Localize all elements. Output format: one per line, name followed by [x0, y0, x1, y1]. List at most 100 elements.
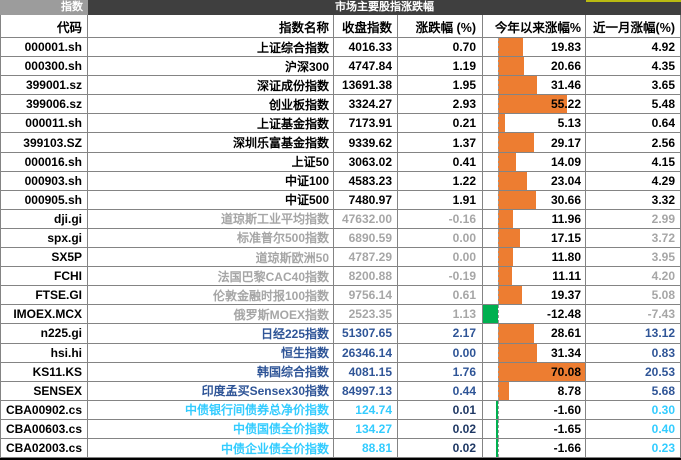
name-cell[interactable]: 日经225指数: [88, 324, 334, 342]
month-change-cell[interactable]: 3.65: [586, 76, 681, 94]
change-cell[interactable]: 0.41: [398, 153, 483, 171]
ytd-cell[interactable]: 14.09: [483, 153, 586, 171]
name-cell[interactable]: 法国巴黎CAC40指数: [88, 267, 334, 285]
close-cell[interactable]: 4787.29: [334, 248, 398, 266]
name-cell[interactable]: 中证100: [88, 172, 334, 190]
change-cell[interactable]: 0.00: [398, 229, 483, 247]
close-cell[interactable]: 7173.91: [334, 114, 398, 132]
change-cell[interactable]: 0.21: [398, 114, 483, 132]
ytd-cell[interactable]: -1.60: [483, 401, 586, 419]
month-change-cell[interactable]: 4.92: [586, 38, 681, 56]
month-change-cell[interactable]: 0.23: [586, 439, 681, 457]
code-cell[interactable]: n225.gi: [0, 324, 88, 342]
change-cell[interactable]: 0.70: [398, 38, 483, 56]
name-cell[interactable]: 恒生指数: [88, 344, 334, 362]
corner-cell[interactable]: 指数: [0, 0, 88, 15]
name-cell[interactable]: 上证综合指数: [88, 38, 334, 56]
code-cell[interactable]: SX5P: [0, 248, 88, 266]
close-cell[interactable]: 124.74: [334, 401, 398, 419]
code-cell[interactable]: 399001.sz: [0, 76, 88, 94]
change-cell[interactable]: 2.17: [398, 324, 483, 342]
change-cell[interactable]: 0.02: [398, 420, 483, 438]
month-change-cell[interactable]: 4.29: [586, 172, 681, 190]
change-cell[interactable]: 1.95: [398, 76, 483, 94]
close-cell[interactable]: 8200.88: [334, 267, 398, 285]
name-cell[interactable]: 沪深300: [88, 57, 334, 75]
ytd-cell[interactable]: -1.65: [483, 420, 586, 438]
name-cell[interactable]: 上证基金指数: [88, 114, 334, 132]
month-change-cell[interactable]: 0.83: [586, 344, 681, 362]
ytd-cell[interactable]: 19.37: [483, 286, 586, 304]
column-header-ytd[interactable]: 今年以来涨幅%: [483, 15, 586, 37]
month-change-cell[interactable]: 20.53: [586, 363, 681, 381]
change-cell[interactable]: 1.91: [398, 191, 483, 209]
code-cell[interactable]: FCHI: [0, 267, 88, 285]
ytd-cell[interactable]: -1.66: [483, 439, 586, 457]
close-cell[interactable]: 9756.14: [334, 286, 398, 304]
close-cell[interactable]: 9339.62: [334, 133, 398, 151]
change-cell[interactable]: 0.61: [398, 286, 483, 304]
close-cell[interactable]: 4016.33: [334, 38, 398, 56]
name-cell[interactable]: 伦敦金融时报100指数: [88, 286, 334, 304]
ytd-cell[interactable]: 31.46: [483, 76, 586, 94]
change-cell[interactable]: 1.76: [398, 363, 483, 381]
month-change-cell[interactable]: 3.32: [586, 191, 681, 209]
month-change-cell[interactable]: 0.30: [586, 401, 681, 419]
close-cell[interactable]: 84997.13: [334, 382, 398, 400]
ytd-cell[interactable]: 11.11: [483, 267, 586, 285]
name-cell[interactable]: 道琼斯欧洲50: [88, 248, 334, 266]
name-cell[interactable]: 中债企业债全价指数: [88, 439, 334, 457]
close-cell[interactable]: 6890.59: [334, 229, 398, 247]
month-change-cell[interactable]: 3.95: [586, 248, 681, 266]
month-change-cell[interactable]: 2.99: [586, 210, 681, 228]
change-cell[interactable]: -0.19: [398, 267, 483, 285]
change-cell[interactable]: 0.01: [398, 401, 483, 419]
ytd-cell[interactable]: 5.13: [483, 114, 586, 132]
close-cell[interactable]: 3063.02: [334, 153, 398, 171]
ytd-cell[interactable]: 11.80: [483, 248, 586, 266]
ytd-cell[interactable]: -12.48: [483, 305, 586, 323]
close-cell[interactable]: 4081.15: [334, 363, 398, 381]
code-cell[interactable]: 000001.sh: [0, 38, 88, 56]
change-cell[interactable]: 0.00: [398, 248, 483, 266]
ytd-cell[interactable]: 23.04: [483, 172, 586, 190]
close-cell[interactable]: 26346.14: [334, 344, 398, 362]
ytd-cell[interactable]: 19.83: [483, 38, 586, 56]
close-cell[interactable]: 88.81: [334, 439, 398, 457]
ytd-cell[interactable]: 30.66: [483, 191, 586, 209]
code-cell[interactable]: CBA00902.cs: [0, 401, 88, 419]
change-cell[interactable]: 1.13: [398, 305, 483, 323]
name-cell[interactable]: 上证50: [88, 153, 334, 171]
change-cell[interactable]: 1.22: [398, 172, 483, 190]
code-cell[interactable]: 000905.sh: [0, 191, 88, 209]
month-change-cell[interactable]: 0.64: [586, 114, 681, 132]
ytd-cell[interactable]: 17.15: [483, 229, 586, 247]
month-change-cell[interactable]: 0.40: [586, 420, 681, 438]
code-cell[interactable]: FTSE.GI: [0, 286, 88, 304]
month-change-cell[interactable]: 4.15: [586, 153, 681, 171]
code-cell[interactable]: 000016.sh: [0, 153, 88, 171]
code-cell[interactable]: KS11.KS: [0, 363, 88, 381]
name-cell[interactable]: 中债银行间债券总净价指数: [88, 401, 334, 419]
change-cell[interactable]: 0.02: [398, 439, 483, 457]
code-cell[interactable]: 399103.SZ: [0, 133, 88, 151]
close-cell[interactable]: 13691.38: [334, 76, 398, 94]
change-cell[interactable]: 0.44: [398, 382, 483, 400]
month-change-cell[interactable]: 5.48: [586, 95, 681, 113]
close-cell[interactable]: 4583.23: [334, 172, 398, 190]
close-cell[interactable]: 3324.27: [334, 95, 398, 113]
code-cell[interactable]: 000300.sh: [0, 57, 88, 75]
month-change-cell[interactable]: 5.08: [586, 286, 681, 304]
ytd-cell[interactable]: 28.61: [483, 324, 586, 342]
code-cell[interactable]: dji.gi: [0, 210, 88, 228]
month-change-cell[interactable]: 13.12: [586, 324, 681, 342]
code-cell[interactable]: hsi.hi: [0, 344, 88, 362]
name-cell[interactable]: 深圳乐富基金指数: [88, 133, 334, 151]
name-cell[interactable]: 中证500: [88, 191, 334, 209]
code-cell[interactable]: spx.gi: [0, 229, 88, 247]
close-cell[interactable]: 134.27: [334, 420, 398, 438]
code-cell[interactable]: SENSEX: [0, 382, 88, 400]
name-cell[interactable]: 标准普尔500指数: [88, 229, 334, 247]
month-change-cell[interactable]: 4.35: [586, 57, 681, 75]
name-cell[interactable]: 韩国综合指数: [88, 363, 334, 381]
